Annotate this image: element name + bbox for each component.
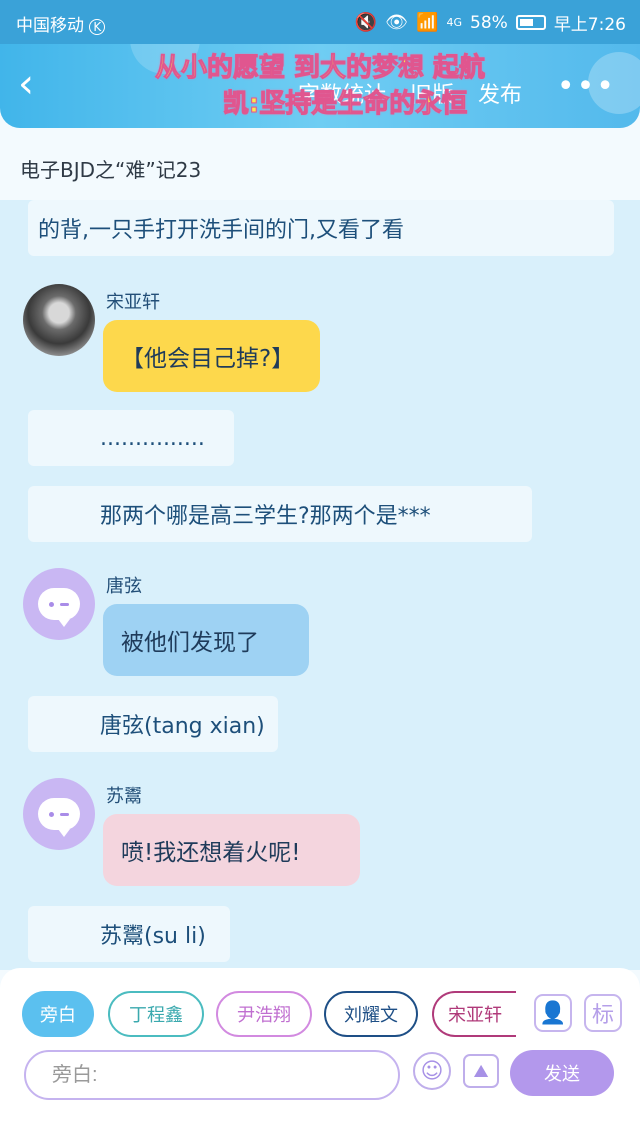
mark-button[interactable]: 标	[584, 994, 622, 1032]
emoji-icon: ☺	[420, 1058, 444, 1084]
person-card-button[interactable]: 👤	[534, 994, 572, 1032]
nav-old-version[interactable]: 旧版	[410, 77, 454, 109]
chat-cloud-icon	[38, 588, 80, 627]
sender-name: 唐弦	[106, 576, 142, 597]
avatar[interactable]	[23, 778, 95, 850]
image-icon: ⛰	[473, 1060, 489, 1082]
wifi-icon: 📶	[416, 12, 439, 33]
nav-word-count[interactable]: 字数统计	[298, 77, 386, 109]
carrier-badge: K	[89, 19, 106, 35]
sender-name: 苏鬻	[106, 786, 142, 807]
narration-message: 的背,一只手打开洗手间的门,又看了看	[28, 200, 614, 256]
avatar[interactable]	[23, 568, 95, 640]
character-chip-narrator[interactable]: 旁白	[22, 991, 94, 1037]
chat-area[interactable]: 的背,一只手打开洗手间的门,又看了看 宋亚轩 【他会目己掉?】 ........…	[0, 200, 640, 970]
clock: 早上7:26	[553, 15, 626, 35]
app-header: ‹ 字数统计 旧版 发布 ••• 从小的愿望 到大的梦想 起航 凯:坚持是生命的…	[0, 44, 640, 128]
mute-icon: 🔇	[354, 12, 378, 33]
character-chip-yin[interactable]: 尹浩翔	[216, 991, 312, 1037]
status-bar: 中国移动 K 🔇 👁 📶 4G 58% 早上7:26	[0, 0, 640, 44]
back-button[interactable]: ‹	[18, 64, 52, 106]
status-icons: 🔇 👁 📶 4G 58% 早上7:26	[355, 10, 626, 35]
network-label: 4G	[446, 16, 463, 29]
image-button[interactable]: ⛰	[463, 1054, 499, 1088]
header-nav: 字数统计 旧版 发布	[298, 77, 522, 109]
compose-panel: 旁白 丁程鑫 尹浩翔 刘耀文 宋亚轩 👤 标 ☺ ⛰ 发送	[0, 968, 640, 1103]
narration-message: 唐弦(tang xian)	[28, 696, 278, 752]
more-icon: •••	[556, 69, 616, 104]
carrier-label: 中国移动 K	[16, 11, 106, 36]
send-button[interactable]: 发送	[510, 1050, 614, 1096]
message-bubble: 被他们发现了	[103, 604, 309, 676]
battery-percent: 58%	[470, 12, 508, 33]
page-title: 电子BJD之“难”记23	[20, 158, 202, 182]
chat-cloud-icon	[38, 798, 80, 837]
more-button[interactable]: •••	[557, 72, 616, 102]
person-card-icon: 👤	[539, 1000, 567, 1026]
message-input[interactable]	[24, 1050, 400, 1100]
avatar[interactable]	[23, 284, 95, 356]
narration-message: 那两个哪是高三学生?那两个是***	[28, 486, 532, 542]
nav-publish[interactable]: 发布	[478, 77, 522, 109]
sender-name: 宋亚轩	[106, 292, 160, 313]
battery-icon	[515, 15, 546, 30]
chevron-left-icon: ‹	[18, 61, 34, 107]
message-bubble: 【他会目己掉?】	[103, 320, 320, 392]
character-chip-liu[interactable]: 刘耀文	[324, 991, 418, 1037]
message-bubble: 喷!我还想着火呢!	[103, 814, 360, 886]
bottom-strip	[0, 1103, 640, 1138]
decor-bubble	[130, 44, 200, 74]
character-chip-ding[interactable]: 丁程鑫	[108, 991, 204, 1037]
eye-icon: 👁	[385, 12, 409, 33]
character-chip-song[interactable]: 宋亚轩	[432, 991, 516, 1037]
emoji-button[interactable]: ☺	[413, 1052, 451, 1090]
narration-message: ...............	[28, 410, 234, 466]
narration-message: 苏鬻(su li)	[28, 906, 230, 962]
